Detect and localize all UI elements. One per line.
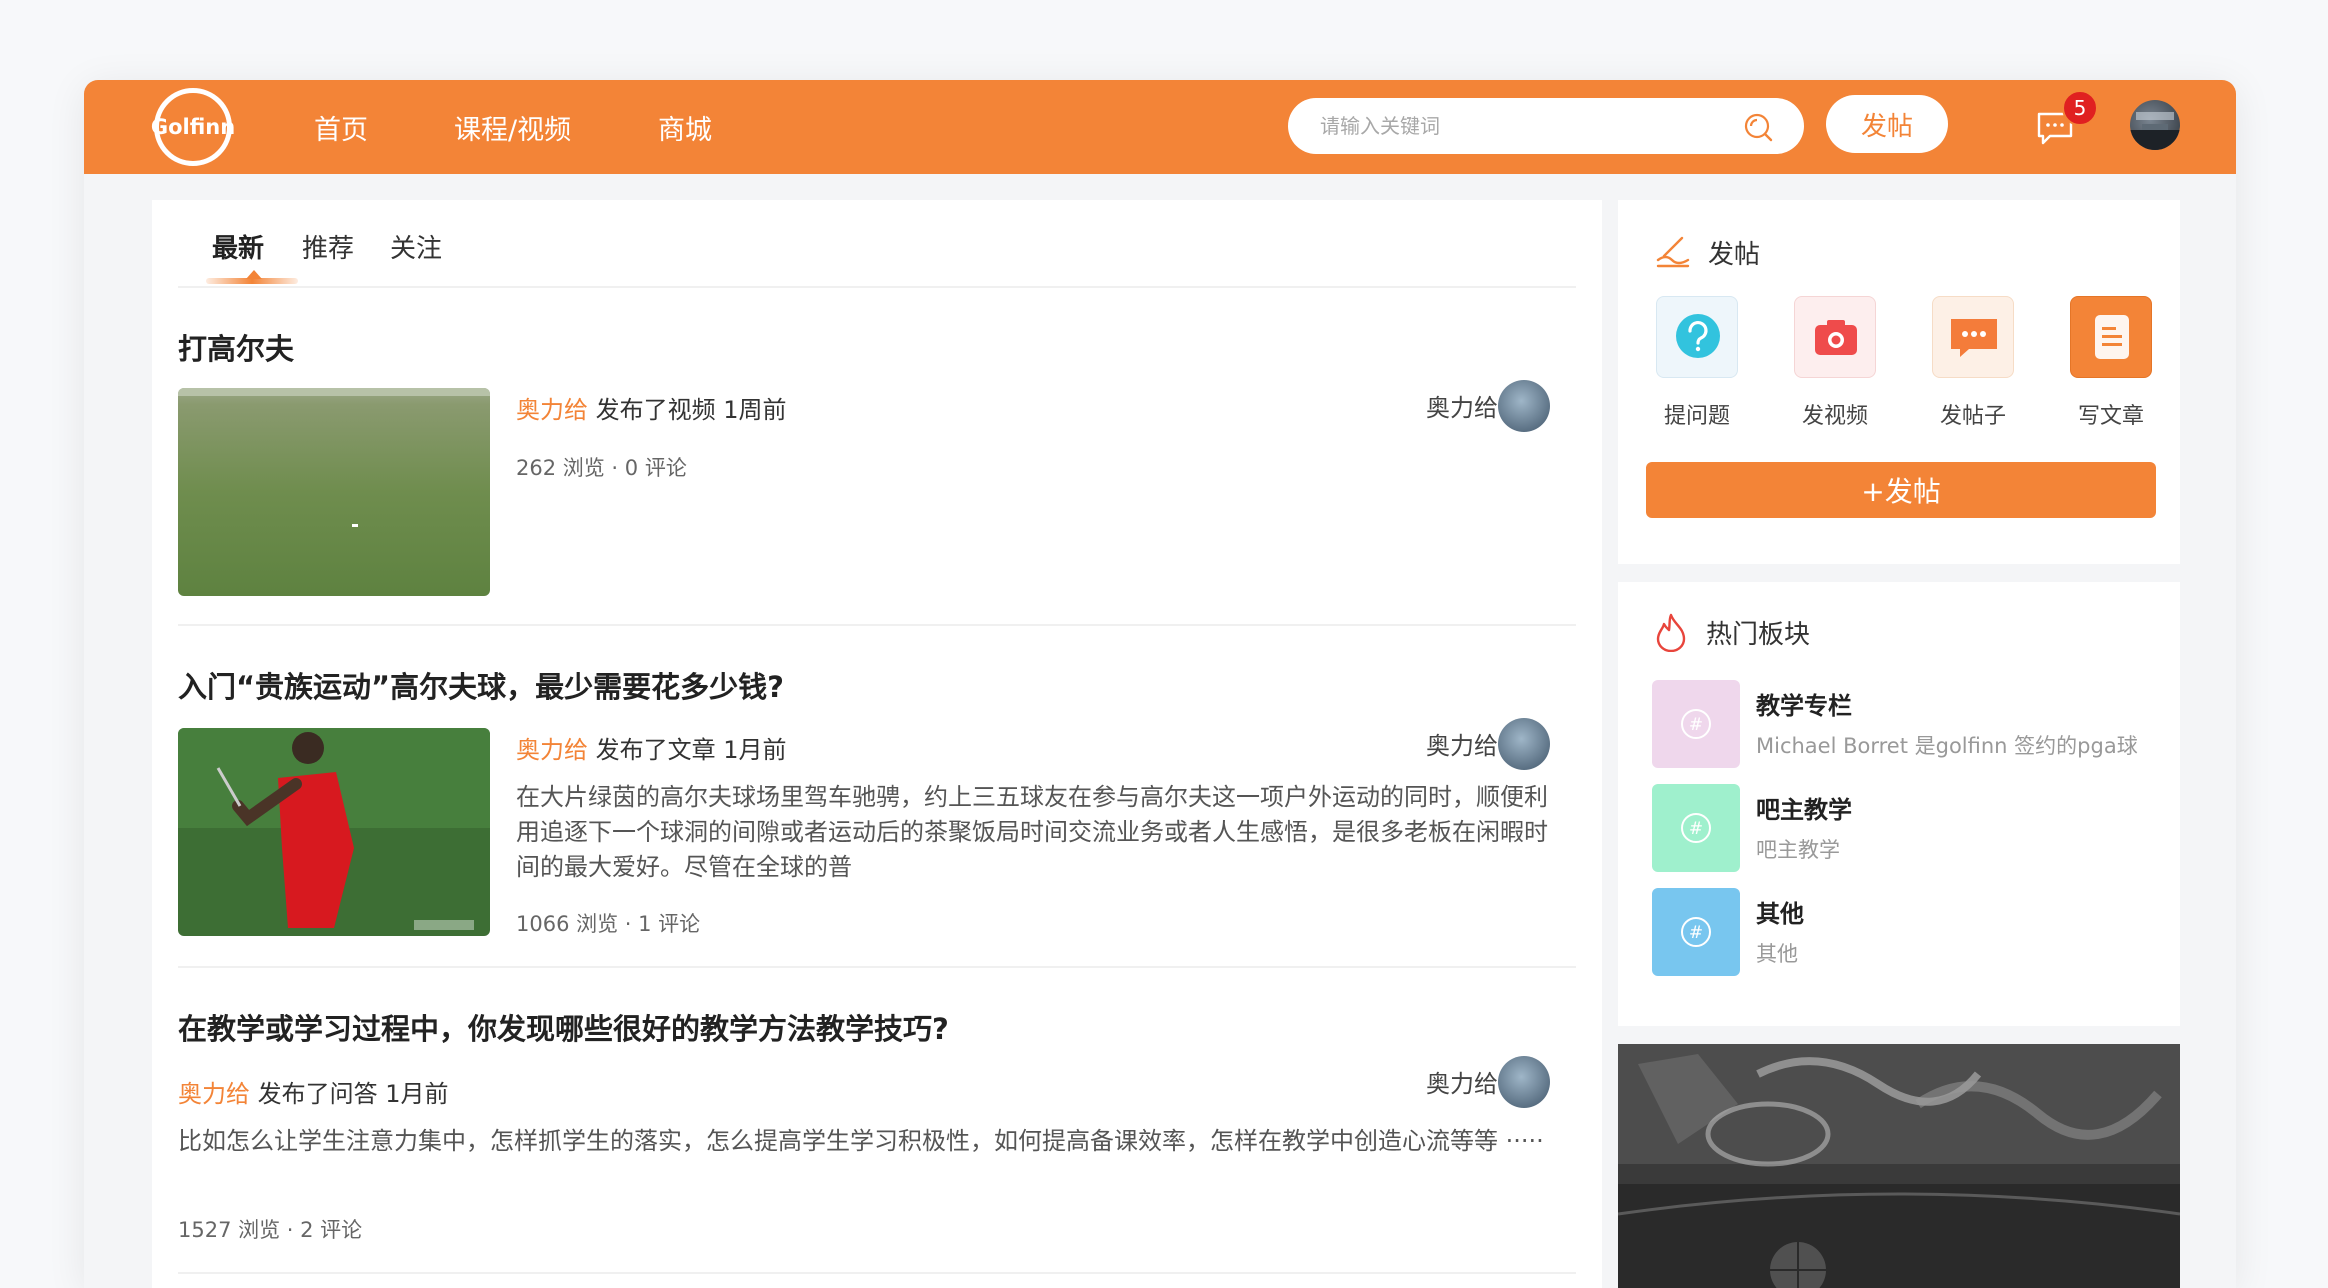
tab-following[interactable]: 关注: [390, 228, 442, 265]
forum-description: 其他: [1756, 942, 1798, 966]
message-count-badge: 5: [2062, 90, 2098, 126]
feed-panel: 最新 推荐 关注 打高尔夫 奥力给 发布了视频 1周前 262 浏览 · 0 评…: [152, 200, 1602, 1288]
author-avatar[interactable]: [1498, 1056, 1550, 1108]
post-author-name[interactable]: 奥力给: [1426, 1064, 1498, 1099]
sidebar-banner-image[interactable]: [1618, 1044, 2180, 1288]
post-author-link[interactable]: 奥力给: [178, 1080, 250, 1108]
write-article-option[interactable]: 写文章: [2070, 296, 2152, 429]
nav-courses-videos[interactable]: 课程/视频: [454, 108, 571, 147]
post-thread-option[interactable]: 发帖子: [1932, 296, 2014, 429]
active-tab-caret: [246, 270, 262, 279]
svg-text:#: #: [1689, 819, 1703, 839]
avatar-image: [2130, 112, 2180, 150]
post-title[interactable]: 打高尔夫: [178, 326, 294, 368]
ask-question-option[interactable]: 提问题: [1656, 296, 1738, 429]
feed-tabs: 最新 推荐 关注: [178, 200, 1576, 288]
video-thumbnail[interactable]: [178, 388, 490, 596]
golfer-image: [178, 728, 490, 936]
post-thread-label: 发帖子: [1939, 404, 2006, 429]
author-avatar[interactable]: [1498, 380, 1550, 432]
post-stats: 1527 浏览 · 2 评论: [178, 1218, 363, 1242]
feed-post: 入门“贵族运动”高尔夫球，最少需要花多少钱? 奥力给 发布了文章 1月前 在大片…: [178, 626, 1576, 968]
ask-question-label: 提问题: [1663, 404, 1730, 429]
camera-icon: [1815, 320, 1857, 355]
post-author-link[interactable]: 奥力给: [516, 396, 588, 424]
forum-name: 教学专栏: [1756, 692, 1852, 720]
forum-item-other[interactable]: # 其他 其他: [1652, 888, 2132, 976]
golf-course-image: [178, 388, 490, 596]
post-stats: 262 浏览 · 0 评论: [516, 456, 687, 480]
forum-icon: #: [1652, 784, 1740, 872]
write-icon: [1656, 236, 1690, 268]
hot-forums-title: 热门板块: [1706, 620, 1811, 650]
svg-text:#: #: [1689, 715, 1703, 735]
fire-icon: [1656, 613, 1686, 652]
question-tile: [1656, 296, 1738, 378]
post-action-time: 发布了问答 1月前: [257, 1080, 449, 1108]
author-avatar[interactable]: [1498, 718, 1550, 770]
hot-forums-card: 热门板块 # 教学专栏 Michael Borret 是golfinn 签约的p…: [1618, 582, 2180, 1026]
question-icon: [1676, 314, 1720, 358]
forum-icon: #: [1652, 680, 1740, 768]
search-input[interactable]: [1320, 106, 1740, 146]
post-card: 发帖 提问题 发视频 发帖子 写文章 +发帖: [1618, 200, 2180, 564]
forum-description: 吧主教学: [1756, 838, 1840, 862]
video-tile: [1794, 296, 1876, 378]
post-author-name[interactable]: 奥力给: [1426, 388, 1498, 423]
post-video-label: 发视频: [1801, 404, 1868, 429]
search-icon[interactable]: [1742, 111, 1774, 143]
nav-home[interactable]: 首页: [314, 108, 368, 147]
post-card-title: 发帖: [1708, 240, 1761, 270]
post-meta: 奥力给 发布了视频 1周前: [516, 390, 787, 425]
post-meta: 奥力给 发布了问答 1月前: [178, 1074, 449, 1109]
forum-item-owner-teaching[interactable]: # 吧主教学 吧主教学: [1652, 784, 2132, 872]
search-box: [1288, 98, 1804, 154]
forum-description: Michael Borret 是golfinn 签约的pga球: [1756, 734, 2138, 758]
nav-shop[interactable]: 商城: [658, 108, 712, 147]
thread-tile: [1932, 296, 2014, 378]
top-nav-bar: Golfinn 首页 课程/视频 商城 发帖 5: [84, 80, 2236, 174]
post-title[interactable]: 在教学或学习过程中，你发现哪些很好的教学方法教学技巧?: [178, 1006, 949, 1048]
hash-icon: #: [1681, 813, 1711, 843]
hash-icon: #: [1681, 917, 1711, 947]
document-icon: [2095, 315, 2129, 359]
forum-icon: #: [1652, 888, 1740, 976]
hash-icon: #: [1681, 709, 1711, 739]
user-avatar[interactable]: [2130, 100, 2180, 150]
header-post-button[interactable]: 发帖: [1826, 95, 1948, 153]
feed-post: 在教学或学习过程中，你发现哪些很好的教学方法教学技巧? 奥力给 发布了问答 1月…: [178, 968, 1576, 1274]
post-meta: 奥力给 发布了文章 1月前: [516, 730, 787, 765]
post-author-name[interactable]: 奥力给: [1426, 726, 1498, 761]
article-tile: [2070, 296, 2152, 378]
tab-recommended[interactable]: 推荐: [302, 228, 354, 265]
post-title[interactable]: 入门“贵族运动”高尔夫球，最少需要花多少钱?: [178, 664, 784, 706]
svg-text:#: #: [1689, 923, 1703, 943]
post-action-time: 发布了视频 1周前: [595, 396, 787, 424]
post-action-time: 发布了文章 1月前: [595, 736, 787, 764]
post-excerpt: 比如怎么让学生注意力集中，怎样抓学生的落实，怎么提高学生学习积极性，如何提高备课…: [178, 1127, 1544, 1155]
feed-post: 打高尔夫 奥力给 发布了视频 1周前 262 浏览 · 0 评论 奥力给: [178, 288, 1576, 626]
forum-name: 吧主教学: [1756, 796, 1852, 824]
graffiti-court-image: [1618, 1044, 2180, 1288]
forum-item-teaching-column[interactable]: # 教学专栏 Michael Borret 是golfinn 签约的pga球: [1652, 680, 2138, 768]
forum-name: 其他: [1756, 900, 1804, 928]
logo-text: Golfinn: [150, 115, 236, 139]
article-thumbnail[interactable]: [178, 728, 490, 936]
post-stats: 1066 浏览 · 1 评论: [516, 912, 701, 936]
golfinn-logo[interactable]: Golfinn: [150, 88, 236, 166]
tab-latest[interactable]: 最新: [212, 228, 264, 265]
write-article-label: 写文章: [2077, 404, 2144, 429]
new-post-button[interactable]: +发帖: [1646, 462, 2156, 518]
chat-icon: [1951, 319, 1997, 357]
post-author-link[interactable]: 奥力给: [516, 736, 588, 764]
post-video-option[interactable]: 发视频: [1794, 296, 1876, 429]
app-window: Golfinn 首页 课程/视频 商城 发帖 5: [84, 80, 2236, 1288]
post-excerpt: 在大片绿茵的高尔夫球场里驾车驰骋，约上三五球友在参与高尔夫这一项户外运动的同时，…: [516, 783, 1548, 881]
